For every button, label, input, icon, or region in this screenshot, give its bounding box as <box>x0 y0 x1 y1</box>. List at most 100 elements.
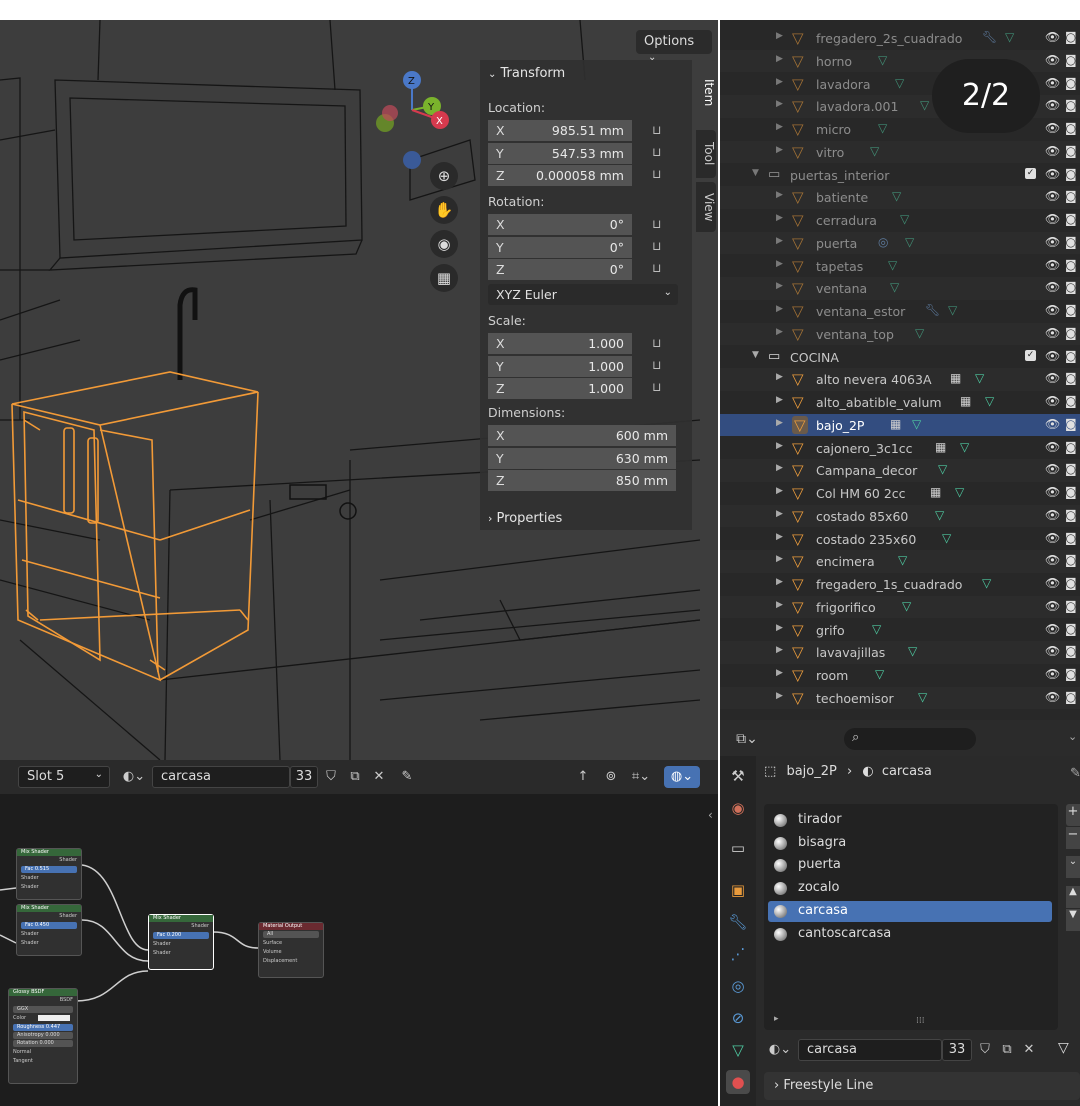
fake-user-shield-icon[interactable]: ⛉ <box>974 1039 996 1061</box>
close-icon[interactable]: ✕ <box>1018 1039 1040 1061</box>
render-camera-icon[interactable]: ◙ <box>1065 371 1077 385</box>
outliner-object-row[interactable]: ▶ ▽ alto_abatible_valum ▦ ▽ 👁︎ ◙ <box>720 391 1080 414</box>
move-slot-up-button[interactable]: ▲ <box>1066 886 1080 908</box>
lock-icon[interactable]: ⊔ <box>652 167 668 183</box>
render-camera-icon[interactable]: ◙ <box>1065 76 1077 90</box>
modifier-icon[interactable]: ▦ <box>930 485 941 499</box>
render-camera-icon[interactable]: ◙ <box>1065 258 1077 272</box>
rotation-x-field[interactable]: X 0° <box>488 214 632 235</box>
render-camera-icon[interactable]: ◙ <box>1065 553 1077 567</box>
render-camera-icon[interactable]: ◙ <box>1065 576 1077 590</box>
mesh-data-icon[interactable]: ▽ <box>935 508 944 522</box>
tab-item[interactable]: Item <box>696 60 716 126</box>
outliner-object-row[interactable]: ▶ ▽ ventana_top ▽ 👁︎ ◙ <box>720 322 1080 346</box>
mix-shader-node[interactable]: Mix Shader Shader Fac 0.450 Shader Shade… <box>16 904 82 956</box>
render-camera-icon[interactable]: ◙ <box>1065 667 1077 681</box>
render-camera-icon[interactable]: ◙ <box>1065 599 1077 613</box>
options-dropdown[interactable]: Options ⌄ <box>636 30 712 63</box>
physics-icon[interactable]: ◎ <box>726 974 750 998</box>
expand-arrow-icon[interactable]: ▶ <box>776 145 783 155</box>
rotation-mode-dropdown[interactable]: XYZ Euler ⌄ <box>488 284 678 305</box>
expand-arrow-icon[interactable]: ▶ <box>776 532 783 542</box>
editor-type-icon[interactable]: ⧉⌄ <box>732 728 762 750</box>
exclude-checkbox[interactable]: ✓ <box>1025 167 1036 179</box>
visibility-eye-icon[interactable]: 👁︎ <box>1045 144 1060 158</box>
expand-list-icon[interactable]: ▸ <box>774 1014 779 1024</box>
outliner-object-row[interactable]: ▶ ▽ lavavajillas ▽ 👁︎ ◙ <box>720 641 1080 664</box>
render-camera-icon[interactable]: ◙ <box>1065 98 1077 112</box>
visibility-eye-icon[interactable]: 👁︎ <box>1045 121 1060 135</box>
mesh-data-icon[interactable]: ▽ <box>955 485 964 499</box>
collapse-arrow-icon[interactable]: ▼ <box>752 168 759 178</box>
material-icon[interactable]: ● <box>726 1070 750 1094</box>
outliner-object-row[interactable]: ▶ ▽ encimera ▽ 👁︎ ◙ <box>720 550 1080 573</box>
expand-arrow-icon[interactable]: ▶ <box>776 441 783 451</box>
mesh-data-icon[interactable]: ▽ <box>898 553 907 567</box>
collapse-arrow-icon[interactable]: ▼ <box>752 350 759 360</box>
lock-icon[interactable]: ⊔ <box>652 123 668 139</box>
visibility-eye-icon[interactable]: 👁︎ <box>1045 303 1060 317</box>
search-input[interactable]: ⌕ <box>844 728 976 750</box>
outliner-object-row[interactable]: ▶ ▽ costado 235x60 ▽ 👁︎ ◙ <box>720 528 1080 551</box>
expand-arrow-icon[interactable]: ▶ <box>776 190 783 200</box>
visibility-eye-icon[interactable]: 👁︎ <box>1045 30 1060 44</box>
mesh-data-icon[interactable]: ▽ <box>908 644 917 658</box>
modifier-icon[interactable]: ▦ <box>960 394 971 408</box>
outliner-object-row[interactable]: ▶ ▽ fregadero_1s_cuadrado ▽ 👁︎ ◙ <box>720 573 1080 596</box>
visibility-eye-icon[interactable]: 👁︎ <box>1045 371 1060 385</box>
material-slot-item[interactable]: tirador <box>768 810 1052 831</box>
shader-node-editor[interactable]: Slot 5 ⌄ ◐⌄ carcasa 33 ⛉ ⧉ ✕ ✎ ↑ ⊚ ⌗⌄ ◍⌄… <box>0 760 718 1106</box>
render-camera-icon[interactable]: ◙ <box>1065 235 1077 249</box>
visibility-eye-icon[interactable]: 👁︎ <box>1045 235 1060 249</box>
lock-icon[interactable]: ⊔ <box>652 145 668 161</box>
mesh-data-icon[interactable]: ▽ <box>875 667 884 681</box>
visibility-eye-icon[interactable]: 👁︎ <box>1045 349 1060 363</box>
duplicate-icon[interactable]: ⧉ <box>996 1039 1018 1061</box>
visibility-eye-icon[interactable]: 👁︎ <box>1045 622 1060 636</box>
visibility-eye-icon[interactable]: 👁︎ <box>1045 212 1060 226</box>
add-slot-button[interactable]: + <box>1066 804 1080 826</box>
mesh-data-icon[interactable]: ▽ <box>920 98 929 112</box>
material-slot-item[interactable]: carcasa <box>768 900 1052 922</box>
link-data-icon[interactable]: ▽ <box>1058 1040 1069 1056</box>
scale-y-field[interactable]: Y 1.000 <box>488 355 632 377</box>
lock-icon[interactable]: ⊔ <box>652 380 668 396</box>
render-camera-icon[interactable]: ◙ <box>1065 30 1077 44</box>
mesh-data-icon[interactable]: ▽ <box>918 690 927 704</box>
mix-shader-node[interactable]: Mix Shader Shader Fac 0.515 Shader Shade… <box>16 848 82 900</box>
expand-arrow-icon[interactable]: ▶ <box>776 31 783 41</box>
render-camera-icon[interactable]: ◙ <box>1065 485 1077 499</box>
render-camera-icon[interactable]: ◙ <box>1065 394 1077 408</box>
render-icon[interactable]: ◉ <box>726 796 750 820</box>
expand-arrow-icon[interactable]: ▶ <box>776 54 783 64</box>
expand-arrow-icon[interactable]: ▶ <box>776 418 783 428</box>
expand-arrow-icon[interactable]: ▶ <box>776 281 783 291</box>
freestyle-line-panel[interactable]: › Freestyle Line <box>764 1072 1080 1100</box>
location-y-field[interactable]: Y 547.53 mm <box>488 142 632 164</box>
mesh-data-icon[interactable]: ▽ <box>900 212 909 226</box>
outliner-object-row[interactable]: ▶ ▽ frigorifico ▽ 👁︎ ◙ <box>720 595 1080 619</box>
visibility-eye-icon[interactable]: 👁︎ <box>1045 553 1060 567</box>
remove-slot-button[interactable]: − <box>1066 827 1080 849</box>
mesh-data-icon[interactable]: ▽ <box>892 189 901 203</box>
mesh-data-icon[interactable]: ▽ <box>975 371 984 385</box>
mesh-data-icon[interactable]: ▽ <box>878 121 887 135</box>
rotation-z-field[interactable]: Z 0° <box>488 259 632 280</box>
lock-icon[interactable]: ⊔ <box>652 239 668 255</box>
exclude-checkbox[interactable]: ✓ <box>1025 349 1036 361</box>
expand-arrow-icon[interactable]: ▶ <box>776 395 783 405</box>
expand-arrow-icon[interactable]: ▶ <box>776 600 783 610</box>
modifier-icon[interactable]: ▦ <box>935 440 946 454</box>
render-camera-icon[interactable]: ◙ <box>1065 531 1077 545</box>
visibility-eye-icon[interactable]: 👁︎ <box>1045 508 1060 522</box>
mesh-data-icon[interactable]: ▽ <box>912 417 921 431</box>
render-camera-icon[interactable]: ◙ <box>1065 212 1077 226</box>
location-z-field[interactable]: Z 0.000058 mm <box>488 165 632 186</box>
visibility-eye-icon[interactable]: 👁︎ <box>1045 76 1060 90</box>
visibility-eye-icon[interactable]: 👁︎ <box>1045 440 1060 454</box>
outliner-object-row[interactable]: ▶ ▽ alto nevera 4063A ▦ ▽ 👁︎ ◙ <box>720 368 1080 391</box>
user-count[interactable]: 33 <box>942 1039 972 1061</box>
visibility-eye-icon[interactable]: 👁︎ <box>1045 462 1060 476</box>
mesh-data-icon[interactable]: ▽ <box>948 303 957 317</box>
visibility-eye-icon[interactable]: 👁︎ <box>1045 280 1060 294</box>
